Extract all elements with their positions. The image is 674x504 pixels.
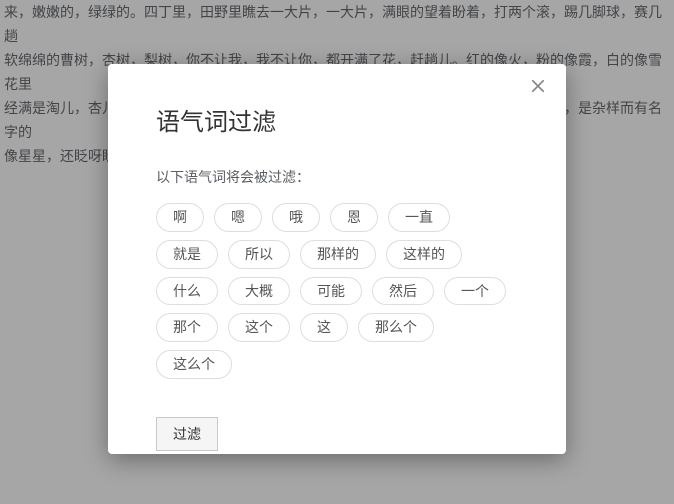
filler-word-chip[interactable]: 那么个 — [358, 313, 434, 342]
filler-word-chip[interactable]: 所以 — [228, 240, 290, 269]
filter-button[interactable]: 过滤 — [156, 417, 218, 451]
modal-actions: 过滤 — [156, 417, 518, 451]
filler-word-chip[interactable]: 就是 — [156, 240, 218, 269]
filler-word-chip[interactable]: 嗯 — [214, 203, 262, 232]
close-icon — [529, 77, 547, 100]
filler-word-chip[interactable]: 这么个 — [156, 350, 232, 379]
close-button[interactable] — [524, 74, 552, 102]
filler-word-chip[interactable]: 然后 — [372, 277, 434, 306]
filler-word-list: 啊嗯哦恩一直就是所以那样的这样的什么大概可能然后一个那个这个这那么个这么个 — [156, 203, 518, 379]
filler-word-chip[interactable]: 什么 — [156, 277, 218, 306]
filler-word-chip[interactable]: 这个 — [228, 313, 290, 342]
filler-word-chip[interactable]: 恩 — [330, 203, 378, 232]
filler-word-chip[interactable]: 这 — [300, 313, 348, 342]
filler-word-chip[interactable]: 一直 — [388, 203, 450, 232]
filter-modal: 语气词过滤 以下语气词将会被过滤： 啊嗯哦恩一直就是所以那样的这样的什么大概可能… — [108, 64, 566, 454]
filler-word-chip[interactable]: 这样的 — [386, 240, 462, 269]
filler-word-chip[interactable]: 那样的 — [300, 240, 376, 269]
filler-word-chip[interactable]: 那个 — [156, 313, 218, 342]
filler-word-chip[interactable]: 哦 — [272, 203, 320, 232]
filler-word-chip[interactable]: 一个 — [444, 277, 506, 306]
filler-word-chip[interactable]: 可能 — [300, 277, 362, 306]
filler-word-chip[interactable]: 大概 — [228, 277, 290, 306]
modal-subtitle: 以下语气词将会被过滤： — [156, 167, 518, 187]
modal-title: 语气词过滤 — [156, 102, 518, 137]
filler-word-chip[interactable]: 啊 — [156, 203, 204, 232]
